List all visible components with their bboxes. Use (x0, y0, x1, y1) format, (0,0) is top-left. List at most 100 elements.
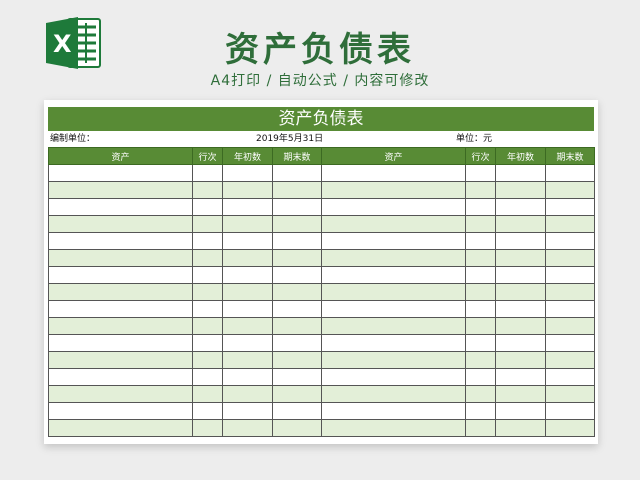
table-cell[interactable] (272, 283, 322, 301)
table-cell[interactable] (321, 181, 466, 199)
table-cell[interactable] (222, 419, 273, 437)
table-cell[interactable] (222, 249, 273, 267)
table-cell[interactable] (222, 232, 273, 250)
table-cell[interactable] (222, 385, 273, 403)
table-cell[interactable] (545, 198, 595, 216)
table-cell[interactable] (48, 419, 193, 437)
table-cell[interactable] (48, 402, 193, 420)
table-cell[interactable] (222, 266, 273, 284)
table-cell[interactable] (465, 164, 496, 182)
table-cell[interactable] (495, 198, 546, 216)
table-cell[interactable] (272, 385, 322, 403)
table-cell[interactable] (465, 283, 496, 301)
table-cell[interactable] (465, 266, 496, 284)
table-cell[interactable] (495, 232, 546, 250)
table-cell[interactable] (48, 266, 193, 284)
table-cell[interactable] (465, 368, 496, 386)
table-cell[interactable] (222, 300, 273, 318)
table-cell[interactable] (545, 419, 595, 437)
table-cell[interactable] (545, 402, 595, 420)
table-cell[interactable] (192, 385, 223, 403)
table-cell[interactable] (495, 266, 546, 284)
table-cell[interactable] (272, 215, 322, 233)
table-cell[interactable] (222, 334, 273, 352)
table-cell[interactable] (321, 249, 466, 267)
table-cell[interactable] (465, 317, 496, 335)
table-cell[interactable] (321, 317, 466, 335)
table-cell[interactable] (321, 283, 466, 301)
table-cell[interactable] (465, 215, 496, 233)
table-cell[interactable] (545, 215, 595, 233)
table-cell[interactable] (321, 402, 466, 420)
table-cell[interactable] (272, 164, 322, 182)
table-cell[interactable] (192, 351, 223, 369)
table-cell[interactable] (495, 283, 546, 301)
table-cell[interactable] (495, 164, 546, 182)
table-cell[interactable] (48, 181, 193, 199)
table-cell[interactable] (545, 300, 595, 318)
table-cell[interactable] (495, 334, 546, 352)
table-cell[interactable] (272, 198, 322, 216)
table-cell[interactable] (495, 300, 546, 318)
table-cell[interactable] (545, 283, 595, 301)
table-cell[interactable] (222, 215, 273, 233)
table-cell[interactable] (545, 232, 595, 250)
table-cell[interactable] (272, 300, 322, 318)
table-cell[interactable] (48, 198, 193, 216)
table-cell[interactable] (495, 249, 546, 267)
table-cell[interactable] (192, 334, 223, 352)
table-cell[interactable] (272, 419, 322, 437)
table-cell[interactable] (192, 198, 223, 216)
table-cell[interactable] (465, 300, 496, 318)
table-cell[interactable] (272, 334, 322, 352)
table-cell[interactable] (545, 351, 595, 369)
table-cell[interactable] (465, 351, 496, 369)
table-cell[interactable] (545, 249, 595, 267)
table-cell[interactable] (321, 164, 466, 182)
table-cell[interactable] (48, 368, 193, 386)
table-cell[interactable] (48, 317, 193, 335)
table-cell[interactable] (321, 198, 466, 216)
table-cell[interactable] (222, 164, 273, 182)
table-cell[interactable] (222, 181, 273, 199)
table-cell[interactable] (272, 266, 322, 284)
table-cell[interactable] (272, 232, 322, 250)
table-cell[interactable] (192, 249, 223, 267)
table-cell[interactable] (272, 317, 322, 335)
table-cell[interactable] (545, 181, 595, 199)
table-cell[interactable] (465, 232, 496, 250)
table-cell[interactable] (192, 164, 223, 182)
table-cell[interactable] (48, 249, 193, 267)
table-cell[interactable] (222, 317, 273, 335)
table-cell[interactable] (192, 317, 223, 335)
table-cell[interactable] (495, 181, 546, 199)
table-cell[interactable] (465, 181, 496, 199)
table-cell[interactable] (495, 419, 546, 437)
table-cell[interactable] (192, 419, 223, 437)
table-cell[interactable] (545, 385, 595, 403)
table-cell[interactable] (192, 215, 223, 233)
table-cell[interactable] (465, 402, 496, 420)
table-cell[interactable] (272, 402, 322, 420)
table-cell[interactable] (222, 198, 273, 216)
table-cell[interactable] (48, 215, 193, 233)
table-cell[interactable] (495, 351, 546, 369)
table-cell[interactable] (48, 300, 193, 318)
table-cell[interactable] (192, 283, 223, 301)
table-cell[interactable] (545, 164, 595, 182)
table-cell[interactable] (545, 317, 595, 335)
table-cell[interactable] (48, 334, 193, 352)
table-cell[interactable] (321, 351, 466, 369)
table-cell[interactable] (222, 368, 273, 386)
table-cell[interactable] (495, 368, 546, 386)
table-cell[interactable] (321, 334, 466, 352)
table-cell[interactable] (545, 368, 595, 386)
table-cell[interactable] (48, 283, 193, 301)
table-cell[interactable] (465, 385, 496, 403)
table-cell[interactable] (192, 181, 223, 199)
table-cell[interactable] (272, 249, 322, 267)
table-cell[interactable] (192, 266, 223, 284)
table-cell[interactable] (321, 266, 466, 284)
table-cell[interactable] (495, 215, 546, 233)
table-cell[interactable] (222, 283, 273, 301)
